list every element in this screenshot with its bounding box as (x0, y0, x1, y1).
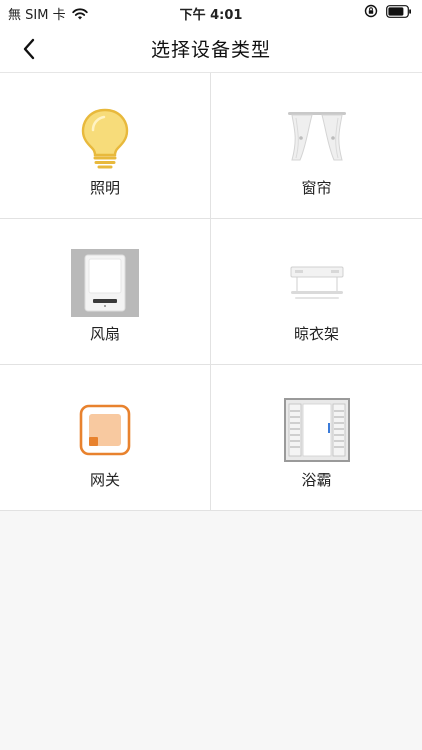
curtain-icon (282, 103, 352, 173)
fan-heater-icon (71, 249, 139, 317)
device-label-lighting: 照明 (89, 179, 120, 197)
device-tile-lighting[interactable]: 照明 (0, 73, 210, 218)
device-tile-gateway[interactable]: 网关 (0, 365, 210, 510)
device-label-clothes-rack: 晾衣架 (293, 325, 339, 343)
gateway-icon (70, 395, 140, 465)
bath-heater-icon (282, 395, 352, 465)
status-bar: 無 SIM 卡 下午 4:01 (0, 0, 422, 24)
device-tile-fan[interactable]: 风扇 (0, 219, 210, 364)
device-label-fan: 风扇 (89, 325, 120, 343)
battery-icon (386, 4, 412, 18)
device-type-grid: 照明 窗帘 风扇 晾衣架 网关 浴霸 (0, 73, 422, 511)
device-tile-curtain[interactable]: 窗帘 (211, 73, 422, 218)
light-bulb-icon (70, 103, 140, 173)
clothes-rack-icon (282, 249, 352, 319)
device-label-gateway: 网关 (89, 471, 120, 489)
nav-bar: 选择设备类型 (0, 24, 422, 73)
orientation-lock-icon (364, 4, 378, 18)
device-label-bath-heater: 浴霸 (301, 471, 332, 489)
page-title: 选择设备类型 (150, 39, 271, 61)
device-tile-bath-heater[interactable]: 浴霸 (211, 365, 422, 510)
status-time: 下午 4:01 (179, 8, 243, 23)
device-tile-clothes-rack[interactable]: 晾衣架 (211, 219, 422, 364)
status-right (364, 4, 412, 18)
device-label-curtain: 窗帘 (301, 179, 332, 197)
